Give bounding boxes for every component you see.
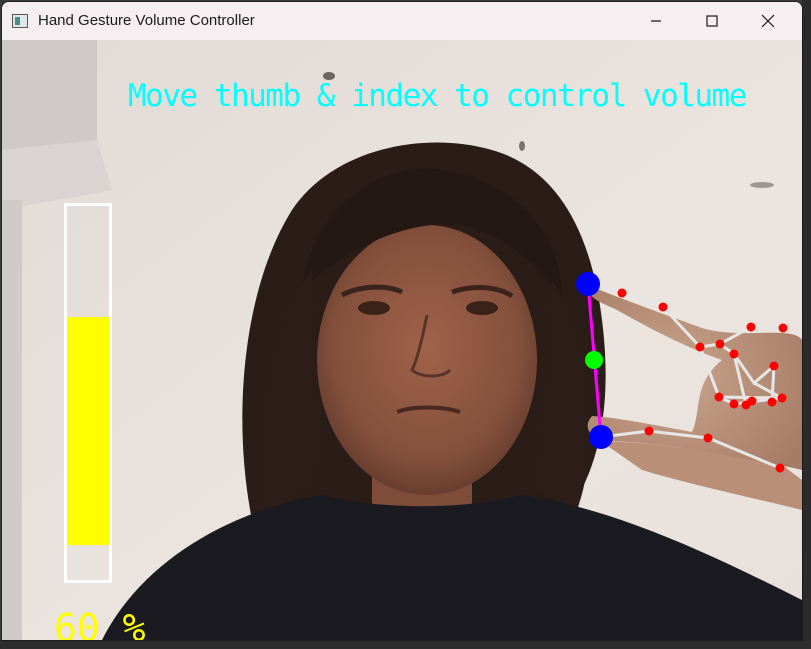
instruction-text: Move thumb & index to control volume: [128, 78, 747, 114]
desktop-background-bottom: [0, 640, 811, 649]
thumb-tip-marker: [576, 272, 600, 296]
maximize-button[interactable]: [689, 2, 735, 40]
close-icon: [761, 14, 775, 28]
minimize-icon: [651, 20, 661, 22]
index-tip-marker: [589, 425, 613, 449]
close-button[interactable]: [745, 2, 791, 40]
midpoint-marker: [585, 351, 603, 369]
maximize-icon: [706, 15, 718, 27]
window-title: Hand Gesture Volume Controller: [38, 12, 255, 29]
volume-bar-frame: [64, 203, 112, 583]
minimize-button[interactable]: [633, 2, 679, 40]
webcam-feed: Move thumb & index to control volume 60 …: [2, 40, 802, 640]
hand-landmarks-overlay: [576, 272, 788, 473]
volume-percent-label: 60 %: [54, 606, 146, 640]
desktop-background-right: [802, 0, 811, 649]
title-bar[interactable]: Hand Gesture Volume Controller: [2, 2, 802, 40]
app-window: Hand Gesture Volume Controller Move thum…: [2, 2, 802, 640]
app-icon: [12, 14, 28, 28]
